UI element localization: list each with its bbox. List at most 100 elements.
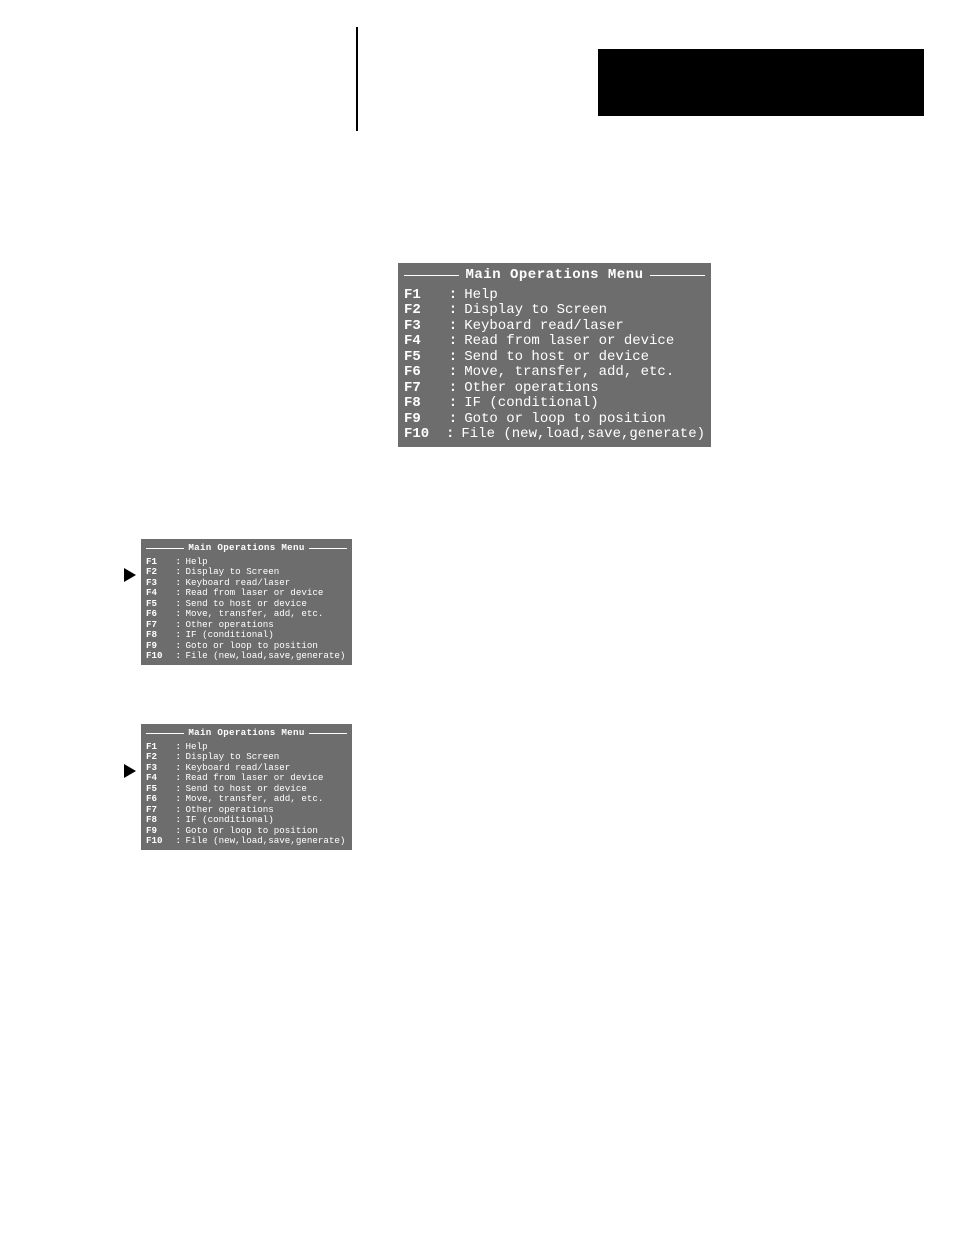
menu-item-sep: : bbox=[175, 609, 185, 620]
title-line-left bbox=[146, 733, 184, 734]
menu-item[interactable]: F6:Move, transfer, add, etc. bbox=[404, 365, 705, 381]
menu-item-key: F5 bbox=[404, 350, 449, 366]
menu-title: Main Operations Menu bbox=[184, 728, 308, 739]
main-operations-menu-large: Main Operations Menu F1:HelpF2:Display t… bbox=[398, 263, 711, 447]
menu-item-key: F8 bbox=[404, 396, 449, 412]
menu-item-key: F10 bbox=[404, 427, 446, 443]
menu-item-label: Other operations bbox=[464, 381, 598, 397]
menu-item-sep: : bbox=[175, 794, 185, 805]
menu-item-sep: : bbox=[449, 365, 464, 381]
menu-item[interactable]: F8:IF (conditional) bbox=[404, 396, 705, 412]
menu-item-key: F4 bbox=[146, 588, 175, 599]
menu-item-key: F2 bbox=[146, 567, 175, 578]
menu-item-label: Move, transfer, add, etc. bbox=[464, 365, 674, 381]
menu-item-label: Read from laser or device bbox=[464, 334, 674, 350]
menu-item-sep: : bbox=[449, 396, 464, 412]
title-line-left bbox=[146, 548, 184, 549]
menu-item-key: F10 bbox=[146, 651, 175, 662]
menu-item[interactable]: F8:IF (conditional) bbox=[146, 630, 347, 641]
menu-item-key: F4 bbox=[404, 334, 449, 350]
menu-item[interactable]: F10:File (new,load,save,generate) bbox=[146, 651, 347, 662]
menu-item-sep: : bbox=[449, 334, 464, 350]
menu-item-label: Display to Screen bbox=[186, 567, 280, 578]
title-line-left bbox=[404, 275, 459, 276]
menu-item-key: F7 bbox=[404, 381, 449, 397]
menu-item[interactable]: F2:Display to Screen bbox=[404, 303, 705, 319]
menu-item-label: Display to Screen bbox=[464, 303, 607, 319]
black-redaction-box bbox=[598, 49, 924, 116]
menu-item-label: IF (conditional) bbox=[464, 396, 598, 412]
menu-item-key: F6 bbox=[404, 365, 449, 381]
menu-item-sep: : bbox=[449, 412, 464, 428]
menu-item-label: Goto or loop to position bbox=[464, 412, 666, 428]
main-operations-menu-small-2: Main Operations Menu F1:HelpF2:Display t… bbox=[141, 724, 352, 850]
menu-item[interactable]: F2:Display to Screen bbox=[146, 752, 347, 763]
title-line-right bbox=[650, 275, 705, 276]
menu-item-sep: : bbox=[446, 427, 461, 443]
menu-item-sep: : bbox=[175, 651, 185, 662]
menu-item-label: File (new,load,save,generate) bbox=[186, 651, 346, 662]
menu-item-key: F3 bbox=[404, 319, 449, 335]
menu-item[interactable]: F9:Goto or loop to position bbox=[404, 412, 705, 428]
menu-item[interactable]: F10:File (new,load,save,generate) bbox=[146, 836, 347, 847]
menu-item[interactable]: F8:IF (conditional) bbox=[146, 815, 347, 826]
menu-item-label: Move, transfer, add, etc. bbox=[186, 609, 324, 620]
menu-item-sep: : bbox=[449, 381, 464, 397]
menu-item-key: F4 bbox=[146, 773, 175, 784]
menu-title: Main Operations Menu bbox=[459, 268, 649, 284]
menu-title-row: Main Operations Menu bbox=[404, 268, 705, 284]
menu-item-key: F1 bbox=[404, 288, 449, 304]
pointer-arrow-icon bbox=[124, 568, 136, 582]
menu-item-sep: : bbox=[449, 288, 464, 304]
menu-item-key: F6 bbox=[146, 794, 175, 805]
menu-item-sep: : bbox=[175, 630, 185, 641]
menu-items: F1:HelpF2:Display to ScreenF3:Keyboard r… bbox=[146, 742, 347, 847]
menu-item-key: F2 bbox=[404, 303, 449, 319]
menu-title-row: Main Operations Menu bbox=[146, 728, 347, 739]
menu-item-sep: : bbox=[175, 567, 185, 578]
menu-item-sep: : bbox=[449, 303, 464, 319]
menu-item-label: Read from laser or device bbox=[186, 773, 324, 784]
menu-item[interactable]: F4:Read from laser or device bbox=[404, 334, 705, 350]
menu-item-sep: : bbox=[175, 752, 185, 763]
title-line-right bbox=[309, 733, 347, 734]
menu-item-sep: : bbox=[449, 350, 464, 366]
menu-item-label: Display to Screen bbox=[186, 752, 280, 763]
menu-items: F1:HelpF2:Display to ScreenF3:Keyboard r… bbox=[146, 557, 347, 662]
menu-item[interactable]: F7:Other operations bbox=[404, 381, 705, 397]
menu-item-sep: : bbox=[175, 815, 185, 826]
vertical-divider bbox=[356, 27, 358, 131]
menu-item-key: F8 bbox=[146, 815, 175, 826]
menu-item-label: File (new,load,save,generate) bbox=[186, 836, 346, 847]
menu-item-key: F10 bbox=[146, 836, 175, 847]
menu-item[interactable]: F4:Read from laser or device bbox=[146, 588, 347, 599]
menu-item-sep: : bbox=[449, 319, 464, 335]
menu-item-key: F8 bbox=[146, 630, 175, 641]
title-line-right bbox=[309, 548, 347, 549]
menu-item-label: Send to host or device bbox=[464, 350, 649, 366]
menu-item-label: File (new,load,save,generate) bbox=[461, 427, 705, 443]
menu-items: F1:HelpF2:Display to ScreenF3:Keyboard r… bbox=[404, 288, 705, 443]
menu-item-label: IF (conditional) bbox=[186, 630, 274, 641]
menu-item-sep: : bbox=[175, 773, 185, 784]
menu-item-sep: : bbox=[175, 836, 185, 847]
menu-item[interactable]: F6:Move, transfer, add, etc. bbox=[146, 609, 347, 620]
menu-item-key: F2 bbox=[146, 752, 175, 763]
menu-item[interactable]: F5:Send to host or device bbox=[404, 350, 705, 366]
pointer-arrow-icon bbox=[124, 764, 136, 778]
menu-item[interactable]: F6:Move, transfer, add, etc. bbox=[146, 794, 347, 805]
menu-item[interactable]: F1:Help bbox=[404, 288, 705, 304]
main-operations-menu-small-1: Main Operations Menu F1:HelpF2:Display t… bbox=[141, 539, 352, 665]
menu-item-label: Help bbox=[464, 288, 498, 304]
menu-title: Main Operations Menu bbox=[184, 543, 308, 554]
menu-title-row: Main Operations Menu bbox=[146, 543, 347, 554]
menu-item[interactable]: F10:File (new,load,save,generate) bbox=[404, 427, 705, 443]
menu-item-label: Read from laser or device bbox=[186, 588, 324, 599]
menu-item-label: Move, transfer, add, etc. bbox=[186, 794, 324, 805]
menu-item-label: Keyboard read/laser bbox=[464, 319, 624, 335]
menu-item[interactable]: F2:Display to Screen bbox=[146, 567, 347, 578]
menu-item[interactable]: F3:Keyboard read/laser bbox=[404, 319, 705, 335]
menu-item-key: F6 bbox=[146, 609, 175, 620]
menu-item[interactable]: F4:Read from laser or device bbox=[146, 773, 347, 784]
menu-item-sep: : bbox=[175, 588, 185, 599]
